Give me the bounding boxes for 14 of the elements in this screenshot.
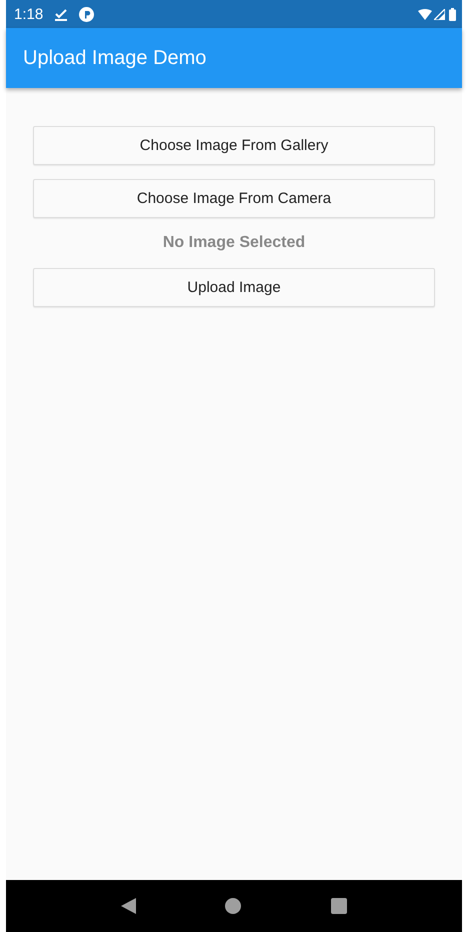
action-button[interactable]: Choose Image From Camera bbox=[33, 179, 435, 218]
action-button[interactable]: Upload Image bbox=[33, 268, 435, 307]
signal-icon bbox=[434, 8, 445, 20]
recents-icon[interactable] bbox=[331, 898, 348, 914]
app-title: Upload Image Demo bbox=[23, 46, 206, 70]
action-button[interactable]: Choose Image From Gallery bbox=[33, 126, 435, 165]
battery-icon bbox=[449, 8, 456, 20]
selection-status: No Image Selected bbox=[162, 234, 306, 252]
back-icon[interactable] bbox=[120, 898, 136, 914]
wifi-icon bbox=[418, 8, 432, 20]
app-notification-icon bbox=[79, 6, 94, 22]
download-check-icon bbox=[55, 8, 68, 20]
home-icon[interactable] bbox=[225, 898, 242, 914]
status-time: 1:18 bbox=[14, 6, 44, 22]
